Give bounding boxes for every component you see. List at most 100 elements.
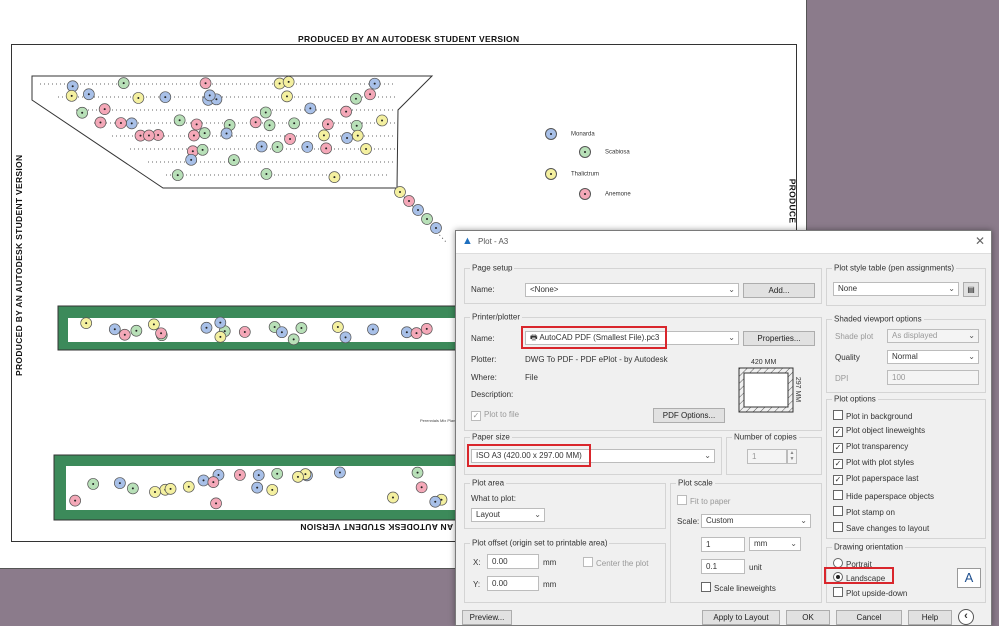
x-offset-input[interactable]: 0.00 [487,554,539,569]
dpi-label: DPI [835,374,849,383]
apply-to-layout-button[interactable]: Apply to Layout [702,610,780,625]
plant-center [212,481,215,484]
preview-width: 420 MM [751,359,777,366]
fit-to-paper-checkbox[interactable]: Fit to paper [677,495,730,506]
plot-to-file-checkbox[interactable]: ✓ Plot to file [471,410,519,421]
orientation-label: Drawing orientation [832,542,905,552]
plant-center [202,479,205,482]
add-button[interactable]: Add... [743,283,815,298]
plant-center [280,331,283,334]
plot-with-plot-styles-checkbox[interactable]: ✓ Plot with plot styles [833,458,914,469]
chevron-down-icon: ⌄ [968,352,975,361]
plant-center [293,122,296,125]
plant-center [118,482,121,485]
plant-center [122,82,125,85]
printer-name-label: Name: [471,334,495,343]
shaded-viewport-group: Shaded viewport options Shade plot As di… [826,314,986,393]
plant-center [296,475,299,478]
plant-center [268,124,271,127]
style-table-select[interactable]: None ⌄ [833,282,959,296]
plant-center [278,82,281,85]
plot-in-background-checkbox[interactable]: Plot in background [833,410,912,421]
plot-stamp-on-checkbox[interactable]: Plot stamp on [833,506,895,517]
paper-size-highlight [467,444,591,467]
plant-center [139,134,142,137]
page-setup-name-label: Name: [471,285,495,294]
paper-size-group: Paper size ISO A3 (420.00 x 297.00 MM) ⌄ [464,432,722,475]
chevron-down-icon: ⌄ [534,510,541,519]
copies-group: Number of copies 1 ▲ ▼ [726,432,822,475]
copies-label: Number of copies [732,432,799,442]
plant-center [135,329,138,332]
plot-object-lineweights-checkbox[interactable]: ✓ Plot object lineweights [833,426,925,437]
help-button[interactable]: Help [908,610,952,625]
scale-value-2[interactable]: 0.1 [701,559,745,574]
hide-paperspace-objects-checkbox[interactable]: Hide paperspace objects [833,490,934,501]
plant-center [215,98,218,101]
plot-offset-label: Plot offset (origin set to printable are… [470,538,610,548]
page-setup-select[interactable]: <None> ⌄ [525,283,739,297]
preview-button[interactable]: Preview... [462,610,512,625]
copies-input[interactable]: 1 [747,449,787,464]
edit-style-icon[interactable]: ▤ [963,282,979,297]
plant-center [71,85,74,88]
plot-paperspace-last-checkbox[interactable]: ✓ Plot paperspace last [833,474,919,485]
plant-center [178,119,181,122]
plant-center [190,158,193,161]
plant-center [217,473,220,476]
plant-center [365,147,368,150]
plant-center [405,331,408,334]
upside-down-checkbox[interactable]: Plot upside-down [833,587,907,598]
legend-monarda: Monarda [545,128,595,140]
plot-scale-group: Plot scale Fit to paper Scale: Custom ⌄ 1… [670,478,822,603]
style-table-label: Plot style table (pen assignments) [832,263,957,273]
plant-center [425,327,428,330]
center-plot-checkbox[interactable]: Center the plot [583,557,648,568]
plant-center [157,133,160,136]
paper-preview: 420 MM 297 MM [737,359,802,418]
scale-select[interactable]: Custom ⌄ [701,514,811,528]
plant-center [130,122,133,125]
plant-center [408,200,410,202]
plant-center [232,159,235,162]
quality-label: Quality [835,353,860,362]
dpi-input[interactable]: 100 [887,370,979,385]
close-icon[interactable]: ✕ [975,234,985,248]
chevron-down-icon: ⌄ [948,284,955,293]
y-label: Y: [473,580,481,589]
plotter-label: Plotter: [471,355,497,364]
copies-spinner[interactable]: ▲ ▼ [787,449,797,464]
plant-center [273,326,276,329]
scale-lineweights-checkbox[interactable]: Scale lineweights [701,582,776,593]
ok-button[interactable]: OK [786,610,830,625]
plant-center [123,333,126,336]
quality-select[interactable]: Normal ⌄ [887,350,979,364]
plant-center [416,471,419,474]
plant-center [204,82,207,85]
plant-center [306,145,309,148]
plot-area-label: Plot area [470,478,507,488]
plot-transparency-checkbox[interactable]: ✓ Plot transparency [833,442,908,453]
pdf-options-button[interactable]: PDF Options... [653,408,725,423]
plant-center [292,338,295,341]
printer-highlight [521,326,667,349]
shade-plot-select[interactable]: As displayed ⌄ [887,329,979,343]
paper-size-label: Paper size [470,432,512,442]
properties-button[interactable]: Properties... [743,331,815,346]
plant-center [99,121,102,124]
save-changes-checkbox[interactable]: Save changes to layout [833,522,929,533]
scale-unit-select[interactable]: mm ⌄ [749,537,801,551]
plant-center [369,93,372,96]
plant-center [265,172,268,175]
preview-height: 297 MM [794,376,802,403]
chevron-down-icon: ⌄ [704,451,711,460]
what-to-plot-select[interactable]: Layout ⌄ [471,508,545,522]
collapse-icon[interactable]: ‹ [958,609,974,625]
plant-center [356,134,359,137]
dialog-titlebar[interactable]: ▲ Plot - A3 ✕ [456,231,991,254]
plant-center [345,110,348,113]
y-offset-input[interactable]: 0.00 [487,576,539,591]
plant-center [304,473,307,476]
cancel-button[interactable]: Cancel [836,610,902,625]
scale-value-1[interactable]: 1 [701,537,745,552]
